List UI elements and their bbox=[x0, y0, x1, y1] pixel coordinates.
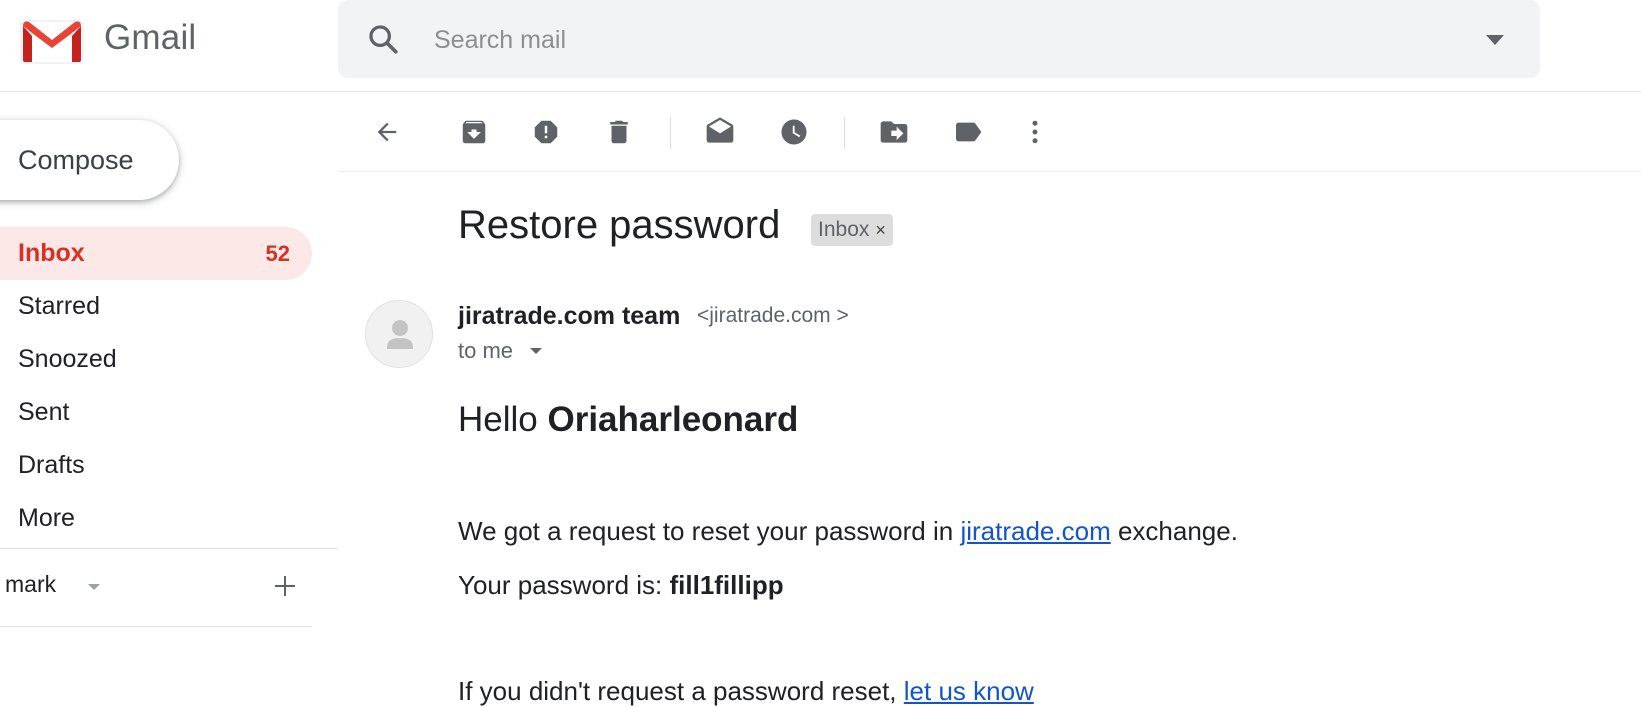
email-paragraph: We got a request to reset your password … bbox=[458, 516, 1238, 547]
search-options-icon[interactable] bbox=[1484, 30, 1506, 50]
compose-button[interactable]: Compose bbox=[0, 120, 179, 200]
sender-name: jiratrade.com team bbox=[458, 302, 681, 330]
gmail-logo-text: Gmail bbox=[104, 18, 197, 57]
sidebar-divider bbox=[0, 626, 312, 627]
sidebar-item-label: Starred bbox=[18, 292, 100, 320]
inbox-label-chip: Inbox × bbox=[811, 214, 893, 246]
show-details-icon[interactable] bbox=[528, 346, 544, 356]
unread-count-badge: 52 bbox=[265, 241, 290, 266]
sidebar-item-more[interactable]: More bbox=[0, 492, 312, 545]
password-value: fill1fillipp bbox=[669, 570, 784, 600]
sidebar-item-drafts[interactable]: Drafts bbox=[0, 439, 312, 492]
labels-section: mark bbox=[0, 555, 312, 617]
snooze-icon[interactable] bbox=[775, 113, 813, 151]
report-spam-icon[interactable] bbox=[527, 113, 565, 151]
paragraph-text: We got a request to reset your password … bbox=[458, 516, 961, 546]
sender-avatar[interactable] bbox=[365, 300, 433, 368]
greeting-prefix: Hello bbox=[458, 400, 548, 439]
more-options-icon[interactable] bbox=[1016, 113, 1054, 151]
sidebar-item-label: Sent bbox=[18, 398, 70, 426]
search-input[interactable] bbox=[432, 18, 1332, 62]
archive-icon[interactable] bbox=[455, 113, 493, 151]
paragraph-text: exchange. bbox=[1110, 516, 1238, 546]
toolbar-divider bbox=[670, 117, 671, 149]
recipient-label: to me bbox=[458, 338, 514, 363]
labels-section-title[interactable]: mark bbox=[5, 571, 56, 598]
mark-unread-icon[interactable] bbox=[701, 113, 739, 151]
email-subject: Restore password bbox=[458, 203, 781, 247]
paragraph-text: Your password is: bbox=[458, 570, 670, 600]
person-icon bbox=[387, 320, 413, 349]
move-to-icon[interactable] bbox=[875, 113, 913, 151]
remove-label-button[interactable]: × bbox=[875, 220, 886, 241]
delete-icon[interactable] bbox=[600, 113, 638, 151]
exchange-link[interactable]: jiratrade.com bbox=[960, 516, 1110, 546]
sidebar-item-sent[interactable]: Sent bbox=[0, 386, 312, 439]
sidebar-item-label: Drafts bbox=[18, 451, 85, 479]
sidebar-item-snoozed[interactable]: Snoozed bbox=[0, 333, 312, 386]
search-icon[interactable] bbox=[366, 22, 400, 56]
search-bar bbox=[338, 0, 1540, 78]
sidebar-divider bbox=[0, 548, 338, 549]
chevron-down-icon[interactable] bbox=[86, 582, 102, 592]
recipient-name: Oriaharleonard bbox=[547, 400, 799, 439]
message-toolbar bbox=[338, 92, 1641, 172]
top-header: Gmail bbox=[0, 0, 1641, 92]
email-greeting: Hello Oriaharleonard bbox=[458, 400, 798, 440]
sidebar-item-label: Snoozed bbox=[18, 345, 117, 373]
gmail-logo-icon[interactable] bbox=[20, 18, 84, 64]
sidebar-item-inbox[interactable]: Inbox 52 bbox=[0, 227, 312, 280]
report-link[interactable]: let us know bbox=[904, 676, 1034, 706]
labels-icon[interactable] bbox=[949, 113, 987, 151]
add-label-icon[interactable] bbox=[270, 571, 300, 601]
email-paragraph: If you didn't request a password reset, … bbox=[458, 676, 1034, 707]
paragraph-text: If you didn't request a password reset, bbox=[458, 676, 904, 706]
sender-email: <jiratrade.com > bbox=[697, 304, 849, 327]
sidebar-item-label: More bbox=[18, 504, 75, 532]
email-paragraph: Your password is: fill1fillipp bbox=[458, 570, 784, 601]
sidebar-item-starred[interactable]: Starred bbox=[0, 280, 312, 333]
toolbar-divider bbox=[844, 117, 845, 149]
label-chip-text: Inbox bbox=[818, 218, 870, 241]
sidebar-item-label: Inbox bbox=[18, 239, 85, 267]
back-arrow-icon[interactable] bbox=[368, 113, 406, 151]
